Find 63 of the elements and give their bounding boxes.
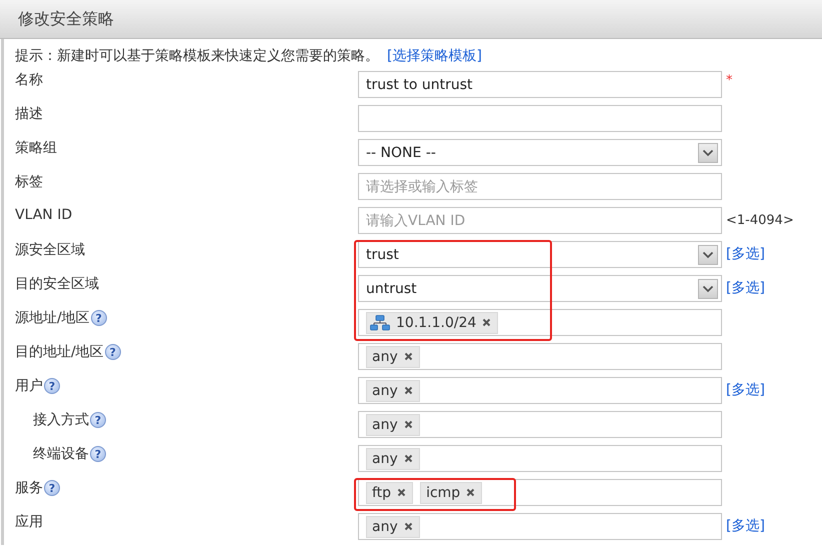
remove-icon[interactable]: [404, 522, 413, 531]
window-title: 修改安全策略: [18, 8, 114, 30]
tag-chip: ftp: [366, 482, 414, 504]
tag-field[interactable]: any: [358, 513, 722, 540]
tag-field[interactable]: any: [358, 445, 722, 472]
tag-chip: any: [366, 380, 420, 402]
field-label: 应用: [15, 513, 43, 531]
dropdown[interactable]: untrust: [358, 275, 722, 302]
remove-icon[interactable]: [404, 454, 413, 463]
tag-chip: icmp: [420, 482, 482, 504]
field-label: 描述: [15, 105, 43, 123]
field-label: 名称: [15, 71, 43, 89]
help-icon[interactable]: ?: [44, 378, 60, 394]
field-label: 终端设备: [33, 445, 89, 463]
multi-select-link[interactable]: [多选]: [726, 517, 765, 535]
dropdown[interactable]: trust: [358, 241, 722, 268]
remove-icon[interactable]: [404, 386, 413, 395]
tag-chip: any: [366, 414, 420, 436]
help-icon[interactable]: ?: [90, 310, 107, 326]
chevron-down-icon: [698, 278, 718, 298]
tag-field[interactable]: any: [358, 411, 722, 438]
chevron-down-icon: [698, 142, 718, 162]
dropdown[interactable]: -- NONE --: [358, 139, 722, 166]
multi-select-link[interactable]: [多选]: [726, 245, 765, 263]
template-link[interactable]: [选择策略模板]: [387, 47, 482, 65]
input-field[interactable]: 请输入VLAN ID: [358, 207, 722, 234]
help-icon[interactable]: ?: [104, 344, 121, 360]
network-icon: [370, 314, 390, 330]
remove-icon[interactable]: [482, 318, 492, 327]
tag-field[interactable]: ftp icmp: [358, 479, 722, 506]
field-label: 目的地址/地区: [15, 343, 104, 361]
field-label: 服务: [15, 479, 43, 497]
tag-chip: 10.1.1.0/24: [366, 312, 498, 334]
tag-chip: any: [366, 346, 420, 368]
help-icon[interactable]: ?: [44, 480, 60, 496]
tag-chip: any: [366, 516, 420, 538]
input-field[interactable]: 请选择或输入标签: [358, 173, 722, 200]
field-label: VLAN ID: [15, 207, 72, 223]
remove-icon[interactable]: [404, 352, 413, 361]
remove-icon[interactable]: [466, 488, 476, 497]
input-field[interactable]: [358, 105, 722, 132]
required-mark: *: [726, 73, 732, 88]
field-label: 用户: [15, 377, 43, 395]
field-label: 目的安全区域: [15, 275, 99, 293]
tag-field[interactable]: 10.1.1.0/24: [358, 309, 722, 336]
remove-icon[interactable]: [404, 420, 413, 429]
tag-chip: any: [366, 448, 420, 470]
tag-field[interactable]: any: [358, 343, 722, 370]
field-label: 源安全区域: [15, 241, 85, 259]
range-hint: <1-4094>: [726, 212, 794, 228]
help-icon[interactable]: ?: [90, 412, 106, 428]
hint-text: 提示：新建时可以基于策略模板来快速定义您需要的策略。: [15, 47, 379, 65]
field-label: 标签: [15, 173, 43, 191]
input-field[interactable]: trust to untrust: [358, 71, 722, 98]
tag-field[interactable]: any: [358, 377, 722, 404]
field-label: 接入方式: [33, 411, 89, 429]
chevron-down-icon: [698, 244, 718, 264]
field-label: 源地址/地区: [15, 309, 90, 327]
remove-icon[interactable]: [397, 488, 406, 497]
multi-select-link[interactable]: [多选]: [726, 279, 765, 297]
multi-select-link[interactable]: [多选]: [726, 381, 765, 399]
field-label: 策略组: [15, 139, 57, 157]
help-icon[interactable]: ?: [90, 446, 106, 462]
